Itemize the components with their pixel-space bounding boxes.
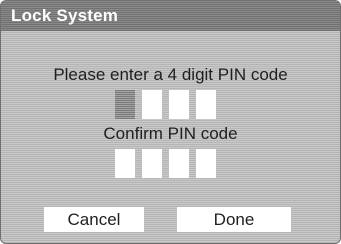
pin-digit-2[interactable]	[142, 90, 162, 119]
dialog-titlebar: Lock System	[1, 1, 340, 31]
done-button[interactable]: Done	[177, 207, 291, 232]
pin-entry-fields	[115, 90, 219, 119]
confirm-digit-1[interactable]	[115, 149, 135, 178]
confirm-pin-prompt: Confirm PIN code	[103, 124, 238, 143]
dialog-title: Lock System	[11, 6, 119, 25]
confirm-digit-2[interactable]	[142, 149, 162, 178]
pin-confirm-fields	[115, 149, 219, 178]
pin-digit-1[interactable]	[115, 90, 135, 119]
cancel-button[interactable]: Cancel	[44, 207, 144, 232]
enter-pin-prompt: Please enter a 4 digit PIN code	[53, 65, 288, 84]
pin-digit-4[interactable]	[196, 90, 216, 119]
pin-digit-3[interactable]	[169, 90, 189, 119]
confirm-digit-3[interactable]	[169, 149, 189, 178]
confirm-digit-4[interactable]	[196, 149, 216, 178]
lock-system-dialog: Lock System Please enter a 4 digit PIN c…	[0, 0, 341, 244]
